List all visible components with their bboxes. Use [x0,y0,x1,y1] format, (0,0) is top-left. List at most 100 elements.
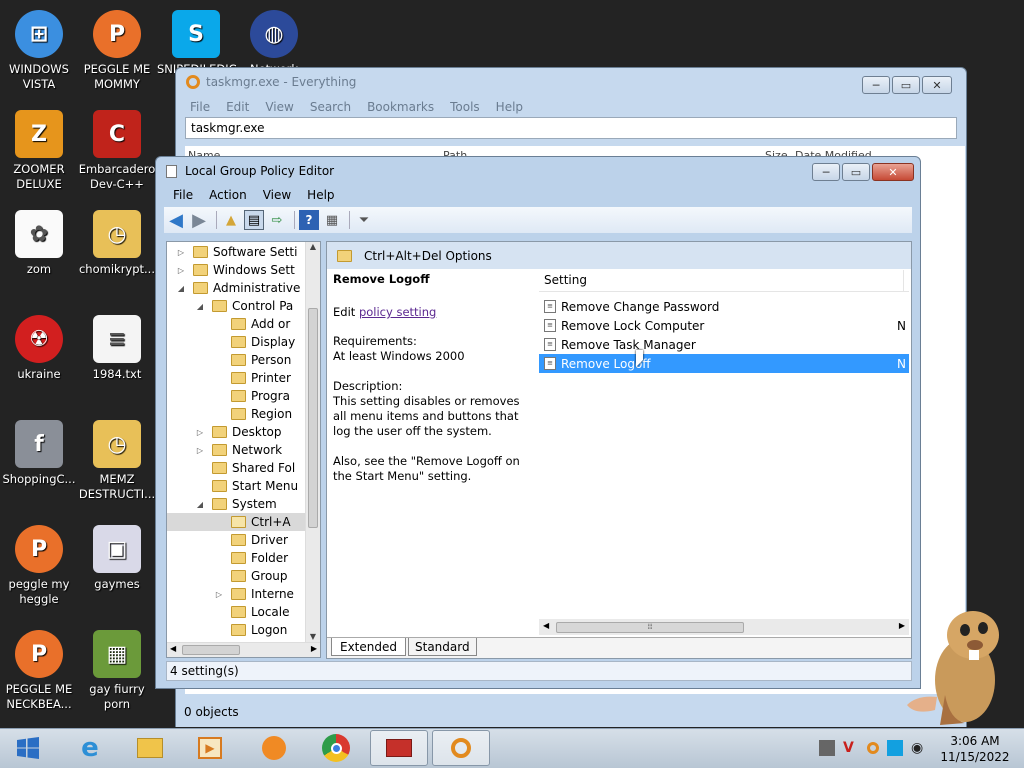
properties-icon[interactable]: ▦ [322,210,342,230]
menu-item[interactable]: Help [299,188,342,202]
minimize-button[interactable]: ─ [862,76,890,94]
close-button[interactable]: ✕ [872,163,914,181]
tree-node[interactable]: Driver [167,531,307,549]
tray-v-icon[interactable]: V [843,740,859,756]
tree-node[interactable]: Progra [167,387,307,405]
desktop-icon[interactable]: ▣ gaymes [78,525,156,592]
tree-node[interactable]: Start Menu [167,477,307,495]
tree-node[interactable]: Group [167,567,307,585]
settings-list[interactable]: Setting ≡ Remove Change Password ≡ Remove L… [539,270,909,642]
gpedit-titlebar[interactable]: Local Group Policy Editor [156,157,920,185]
desktop-icon[interactable]: ⊞ WINDOWS VISTA [0,10,78,92]
desktop-icon[interactable]: ◷ chomikrypt... [78,210,156,277]
start-button[interactable] [0,730,56,766]
collapse-arrow-icon[interactable]: ◢ [194,302,206,311]
tree-node[interactable]: Person [167,351,307,369]
tree-node[interactable]: Printer [167,369,307,387]
taskbar-everything[interactable] [432,730,490,766]
menu-item[interactable]: Search [302,100,359,114]
menu-item[interactable]: File [182,100,218,114]
tree-vscroll-thumb[interactable] [308,308,318,528]
desktop-icon[interactable]: C Embarcadero Dev-C++ [78,110,156,192]
back-arrow-icon[interactable]: ◀ [166,210,186,231]
desktop-icon[interactable]: ◷ MEMZ DESTRUCTI... [78,420,156,502]
taskbar-app[interactable] [246,730,302,766]
menu-item[interactable]: View [255,188,299,202]
taskbar-chrome[interactable] [308,730,364,766]
maximize-button[interactable]: ▭ [892,76,920,94]
setting-row[interactable]: ≡ Remove Lock Computer N [539,316,909,335]
tree-node[interactable]: ▷ Interne [167,585,307,603]
list-hscrollbar[interactable]: ◀ ⦙⦙⦙ ▶ [539,619,909,635]
menu-item[interactable]: Bookmarks [359,100,442,114]
policy-setting-link[interactable]: policy setting [359,305,436,319]
tree-node[interactable]: Add or [167,315,307,333]
menu-item[interactable]: View [257,100,301,114]
tree-node[interactable]: ▷ Network [167,441,307,459]
setting-row[interactable]: ≡ Remove Logoff N [539,354,909,373]
tree-node[interactable]: Ctrl+A [167,513,307,531]
taskbar-gpedit[interactable] [370,730,428,766]
collapse-arrow-icon[interactable]: ◢ [194,500,206,509]
tree-node[interactable]: Region [167,405,307,423]
menu-item[interactable]: Tools [442,100,488,114]
clock[interactable]: 3:06 AM 11/15/2022 [940,733,1010,765]
tree-node[interactable]: ◢ System [167,495,307,513]
desktop-icon[interactable]: ✿ zom [0,210,78,277]
tray-search-icon[interactable] [867,742,879,754]
close-button[interactable]: ✕ [922,76,952,94]
menu-item[interactable]: Help [488,100,531,114]
show-hide-tree-icon[interactable]: ▤ [244,210,264,230]
tree-node[interactable]: Locale [167,603,307,621]
tree-node[interactable]: Logon [167,621,307,639]
expand-arrow-icon[interactable]: ▷ [175,266,187,275]
setting-row[interactable]: ≡ Remove Task Manager [539,335,909,354]
everything-titlebar[interactable]: taskmgr.exe - Everything [176,68,966,96]
desktop-icon[interactable]: ☢ ukraine [0,315,78,382]
tree-node[interactable]: ▷ Desktop [167,423,307,441]
expand-arrow-icon[interactable]: ▷ [175,248,187,257]
tree-vscrollbar[interactable]: ▲ ▼ [305,242,320,642]
tree-node[interactable]: ▷ Software Setti [167,243,307,261]
export-list-icon[interactable]: ⇨ [267,210,287,230]
desktop-icon[interactable]: Ppeggle my heggle [0,525,78,607]
tray-app-icon[interactable] [819,740,835,756]
tab-standard[interactable]: Standard [408,638,477,656]
menu-item[interactable]: Edit [218,100,257,114]
desktop-icon[interactable]: f ShoppingC... [0,420,78,487]
expand-arrow-icon[interactable]: ▷ [213,590,225,599]
menu-item[interactable]: File [165,188,201,202]
everything-search-input[interactable]: taskmgr.exe [185,117,957,139]
tray-volume-icon[interactable]: ◉ [911,740,927,756]
desktop-icon[interactable]: ≡ 1984.txt [78,315,156,382]
taskbar-media-player[interactable]: ▶ [182,730,238,766]
help-icon[interactable]: ? [299,210,319,230]
tab-extended[interactable]: Extended [331,638,406,656]
tray-display-icon[interactable] [887,740,903,756]
forward-arrow-icon[interactable]: ▶ [189,210,209,231]
desktop-icon[interactable]: ▦ gay fiurry porn [78,630,156,712]
desktop-icon[interactable]: P PEGGLE ME NECKBEA... [0,630,78,712]
desktop-icon[interactable]: P PEGGLE ME MOMMY [78,10,156,92]
tree-node[interactable]: ◢ Control Pa [167,297,307,315]
tree-hscroll-thumb[interactable] [182,645,240,655]
gpedit-window[interactable]: Local Group Policy Editor ─ ▭ ✕ File Acti… [155,156,921,689]
filter-icon[interactable]: ⏷ [354,210,374,230]
tree-pane[interactable]: ▷ Software Setti ▷ Windows Sett ◢ Administrat… [166,241,321,658]
expand-arrow-icon[interactable]: ▷ [194,446,206,455]
tree-node[interactable]: Shared Fol [167,459,307,477]
taskbar-ie[interactable]: e [62,730,118,766]
tree-hscrollbar[interactable]: ◀ ▶ [167,642,320,657]
list-hscroll-thumb[interactable]: ⦙⦙⦙ [556,622,744,633]
tree-node[interactable]: ◢ Administrative [167,279,307,297]
desktop-icon[interactable]: Z ZOOMER DELUXE [0,110,78,192]
maximize-button[interactable]: ▭ [842,163,870,181]
tree-node[interactable]: ▷ Windows Sett [167,261,307,279]
tree-node[interactable]: Folder [167,549,307,567]
minimize-button[interactable]: ─ [812,163,840,181]
menu-item[interactable]: Action [201,188,255,202]
taskbar-explorer[interactable] [122,730,178,766]
collapse-arrow-icon[interactable]: ◢ [175,284,187,293]
setting-column-header[interactable]: Setting [539,270,909,292]
expand-arrow-icon[interactable]: ▷ [194,428,206,437]
